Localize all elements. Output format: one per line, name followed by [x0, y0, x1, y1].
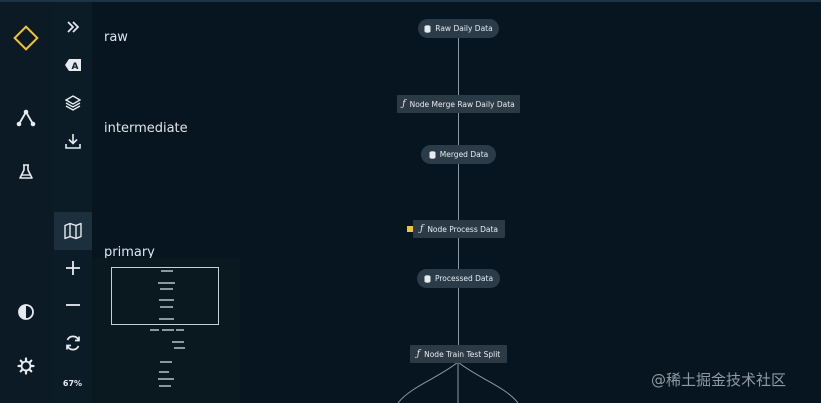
minimap-node — [160, 288, 173, 290]
node-label: Merged Data — [439, 150, 489, 159]
map-icon — [64, 222, 82, 240]
reset-zoom-button[interactable] — [56, 326, 89, 360]
minimap-node — [161, 270, 173, 272]
toggle-layers-button[interactable] — [56, 86, 89, 120]
minimap-node — [160, 361, 172, 363]
minimap-node — [159, 385, 171, 387]
zoom-level: 67% — [62, 379, 83, 388]
node-processed-data[interactable]: Processed Data — [417, 269, 500, 288]
side-rail — [0, 2, 53, 403]
edge — [458, 112, 459, 145]
layers-icon — [64, 95, 81, 111]
minimap[interactable] — [92, 258, 240, 403]
top-border — [0, 0, 821, 2]
zoom-out-button[interactable] — [56, 288, 89, 322]
minus-icon — [65, 304, 80, 306]
node-raw-daily-data[interactable]: Raw Daily Data — [418, 19, 499, 38]
download-icon — [64, 134, 81, 149]
minimap-viewport[interactable] — [111, 267, 219, 325]
layer-label-raw: raw — [104, 30, 128, 45]
node-label: Raw Daily Data — [435, 24, 493, 33]
database-icon — [429, 150, 436, 159]
minimap-node — [159, 299, 174, 301]
label-tag-icon: A — [64, 59, 81, 72]
experiment-flask-icon[interactable] — [16, 162, 36, 182]
minimap-node — [174, 347, 185, 349]
node-label: Processed Data — [434, 274, 494, 283]
minimap-node — [162, 329, 174, 331]
edges-out — [397, 362, 519, 403]
function-icon: ƒ — [419, 224, 424, 234]
node-train-test-split[interactable]: ƒ Node Train Test Split — [410, 345, 507, 363]
edge — [458, 163, 459, 220]
node-label: Node Merge Raw Daily Data — [409, 99, 515, 109]
edge — [458, 237, 459, 270]
function-icon: ƒ — [402, 99, 406, 109]
minimap-node — [176, 329, 184, 331]
function-icon: ƒ — [416, 349, 421, 359]
minimap-node — [160, 306, 173, 308]
edge — [458, 288, 459, 345]
node-merged-data[interactable]: Merged Data — [421, 145, 496, 164]
database-icon — [424, 274, 431, 283]
minimap-node — [159, 371, 169, 373]
minimap-node — [158, 282, 175, 284]
database-icon — [424, 24, 431, 33]
settings-gear-icon[interactable] — [16, 356, 36, 376]
layer-label-intermediate: intermediate — [104, 121, 188, 136]
export-button[interactable] — [56, 124, 89, 158]
theme-toggle-icon[interactable] — [16, 302, 36, 322]
double-chevron-right-icon — [66, 21, 79, 33]
edge — [458, 38, 459, 95]
kedro-logo-icon[interactable] — [12, 24, 40, 52]
minimap-node — [172, 341, 184, 343]
svg-text:A: A — [71, 62, 78, 72]
plus-icon — [65, 261, 80, 275]
expand-sidebar-button[interactable] — [56, 10, 89, 44]
toggle-labels-button[interactable]: A — [56, 48, 89, 82]
minimap-node — [158, 378, 174, 380]
node-label: Node Process Data — [427, 224, 499, 234]
flowchart-icon[interactable] — [15, 107, 37, 129]
minimap-node — [159, 318, 174, 320]
refresh-icon — [65, 335, 80, 351]
zoom-in-button[interactable] — [56, 251, 89, 285]
minimap-node — [150, 329, 159, 331]
watermark: @稀土掘金技术社区 — [651, 371, 787, 389]
toggle-minimap-button[interactable] — [54, 212, 92, 250]
node-process-data[interactable]: ƒ Node Process Data — [413, 220, 505, 238]
node-label: Node Train Test Split — [424, 349, 501, 359]
node-merge-raw-daily-data[interactable]: ƒ Node Merge Raw Daily Data — [397, 95, 520, 113]
